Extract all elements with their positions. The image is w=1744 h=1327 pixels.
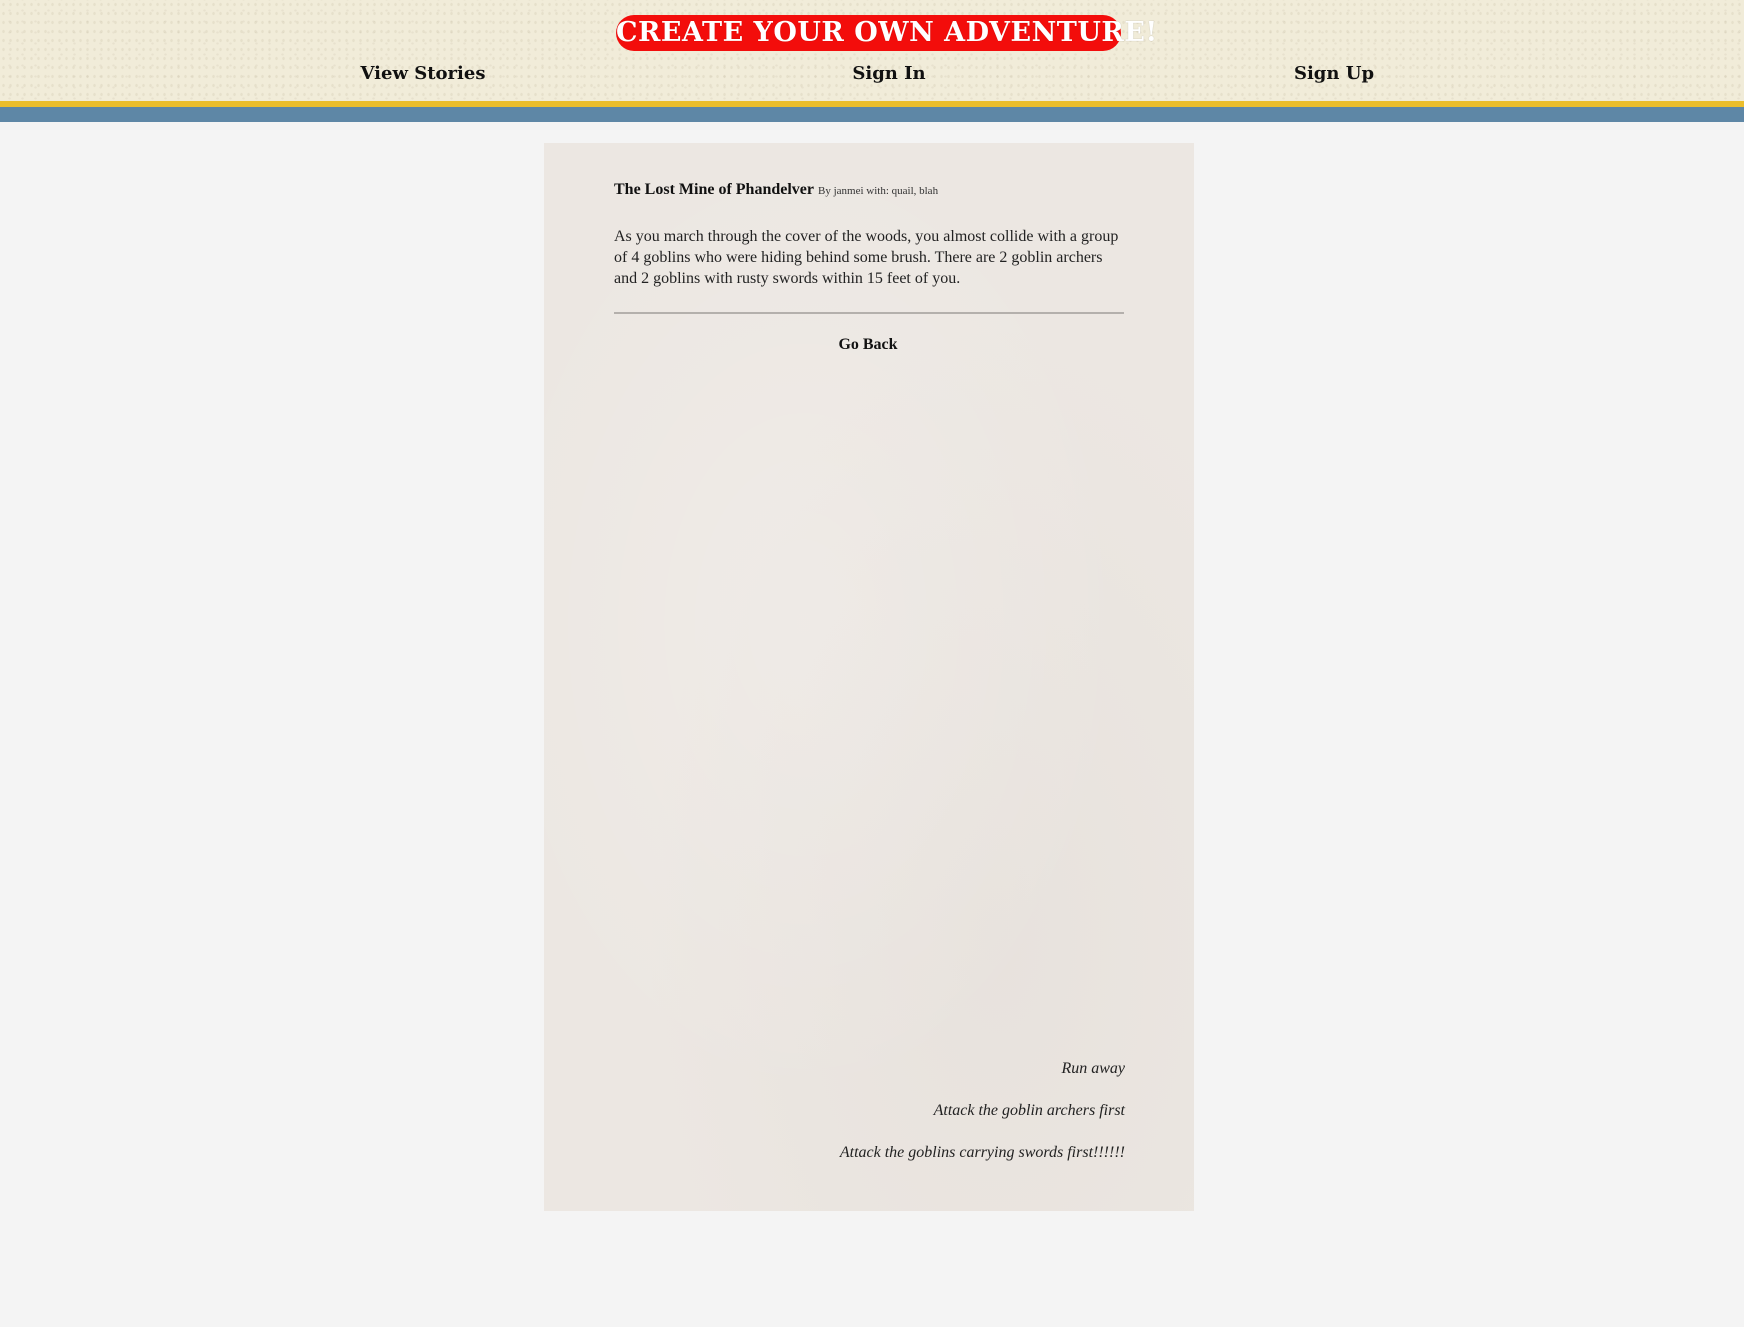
nav-sign-in-link[interactable]: Sign In <box>852 63 925 84</box>
site-logo[interactable]: CREATE YOUR OWN ADVENTURE! <box>616 15 1157 51</box>
choice-attack-archers[interactable]: Attack the goblin archers first <box>840 1101 1125 1121</box>
story-divider <box>614 312 1124 314</box>
story-passage: As you march through the cover of the wo… <box>614 228 1119 287</box>
nav-sign-up-link[interactable]: Sign Up <box>1294 63 1374 84</box>
choice-list: Run away Attack the goblin archers first… <box>840 1059 1125 1185</box>
go-back-link[interactable]: Go Back <box>838 336 897 354</box>
site-header: CREATE YOUR OWN ADVENTURE! View Stories … <box>0 0 1744 101</box>
story-title: The Lost Mine of Phandelver <box>614 181 814 198</box>
header-stripe-blue <box>0 107 1744 122</box>
nav-view-stories-link[interactable]: View Stories <box>361 63 486 84</box>
story-header: The Lost Mine of Phandelver By janmei wi… <box>614 181 1134 199</box>
choice-attack-swordsmen[interactable]: Attack the goblins carrying swords first… <box>840 1143 1125 1163</box>
story-byline: By janmei with: quail, blah <box>818 185 939 197</box>
choice-run-away[interactable]: Run away <box>840 1059 1125 1079</box>
story-card: The Lost Mine of Phandelver By janmei wi… <box>544 143 1194 1211</box>
